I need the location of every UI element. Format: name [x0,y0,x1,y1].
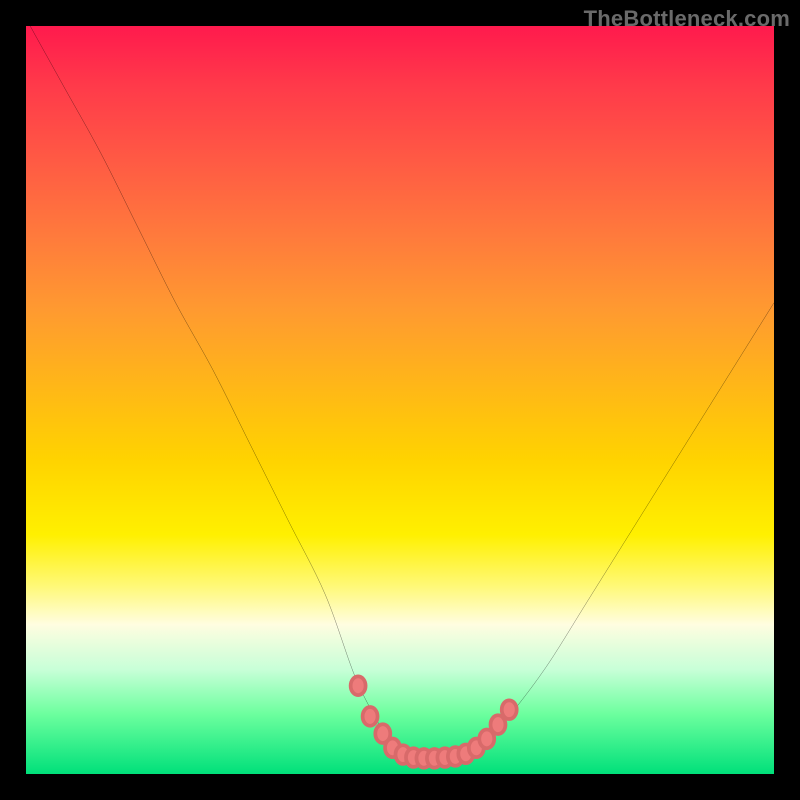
curve-marker [502,700,517,719]
curve-line [26,19,774,759]
watermark-label: TheBottleneck.com [584,6,790,32]
curve-marker [351,676,366,695]
chart-plot-area [26,26,774,774]
bottleneck-curve [26,26,774,774]
curve-markers [351,676,517,767]
curve-marker [363,707,378,726]
